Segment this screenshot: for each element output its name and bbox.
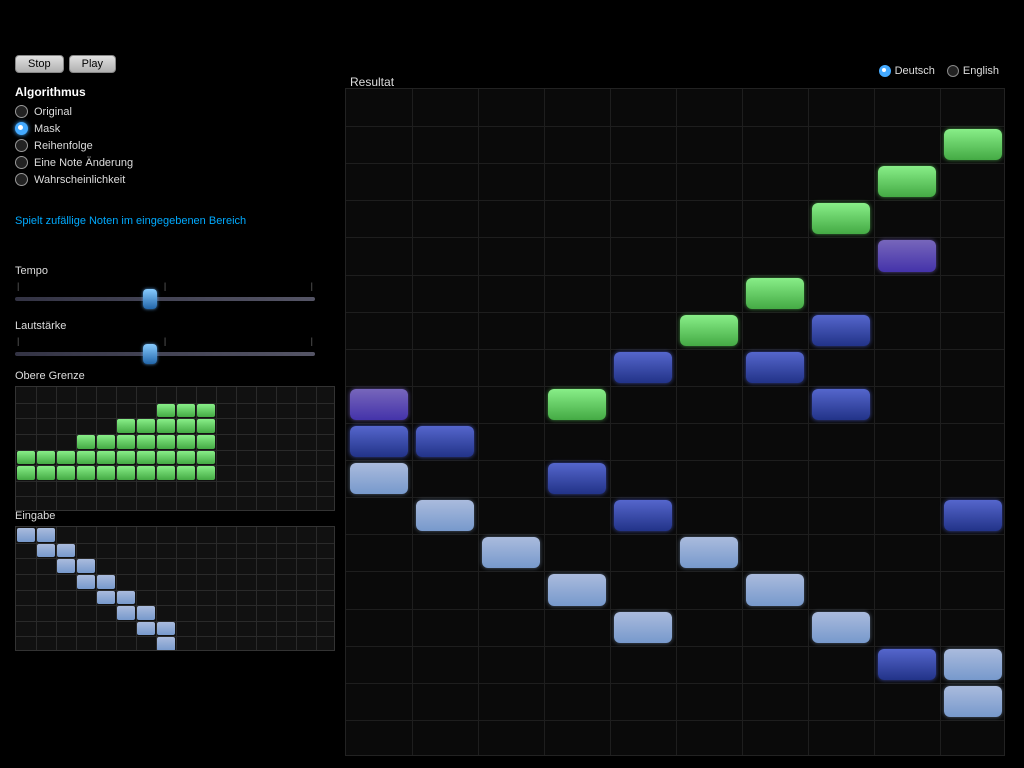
note-cell — [548, 389, 606, 420]
note-cell — [350, 389, 408, 420]
radio-circle-eine-note — [15, 156, 28, 169]
radio-label-wahrscheinlichkeit: Wahrscheinlichkeit — [34, 174, 125, 186]
grid-h-line — [346, 349, 1004, 350]
obere-grenze-label: Obere Grenze — [15, 370, 335, 382]
tempo-slider[interactable]: | | | — [15, 281, 315, 299]
grid-h-line — [346, 275, 1004, 276]
grid-h-line — [346, 534, 1004, 535]
note-cell — [350, 426, 408, 457]
lautstarke-label: Lautstärke — [15, 320, 330, 332]
algo-title: Algorithmus — [15, 85, 133, 99]
grid-v-line — [412, 89, 413, 755]
note-cell — [944, 686, 1002, 717]
note-cell — [416, 500, 474, 531]
radio-circle-original — [15, 105, 28, 118]
note-cell — [416, 426, 474, 457]
lang-label-english: English — [963, 65, 999, 77]
grid-v-line — [610, 89, 611, 755]
stop-button[interactable]: Stop — [15, 55, 64, 73]
radio-label-reihenfolge: Reihenfolge — [34, 140, 93, 152]
radio-circle-mask — [15, 122, 28, 135]
grid-h-line — [346, 571, 1004, 572]
lang-radio-english — [947, 65, 959, 77]
lautstarke-thumb[interactable] — [143, 344, 157, 364]
grid-h-line — [346, 237, 1004, 238]
grid-h-line — [346, 720, 1004, 721]
note-cell — [680, 315, 738, 346]
note-cell — [878, 240, 936, 271]
radio-label-mask: Mask — [34, 123, 60, 135]
radio-label-original: Original — [34, 106, 72, 118]
tempo-track — [15, 297, 315, 301]
grid-h-line — [346, 646, 1004, 647]
lang-deutsch[interactable]: Deutsch — [879, 65, 935, 77]
lang-label-deutsch: Deutsch — [895, 65, 935, 77]
lang-radio-deutsch — [879, 65, 891, 77]
radio-reihenfolge[interactable]: Reihenfolge — [15, 139, 133, 152]
note-cell — [812, 389, 870, 420]
grid-v-line — [676, 89, 677, 755]
note-cell — [746, 352, 804, 383]
note-cell — [944, 649, 1002, 680]
radio-circle-reihenfolge — [15, 139, 28, 152]
note-cell — [746, 278, 804, 309]
play-button[interactable]: Play — [69, 55, 116, 73]
note-cell — [878, 166, 936, 197]
tempo-label: Tempo — [15, 265, 330, 277]
grid-h-line — [346, 460, 1004, 461]
note-cell — [878, 649, 936, 680]
resultat-label: Resultat — [350, 75, 394, 89]
note-cell — [614, 612, 672, 643]
grid-h-line — [346, 609, 1004, 610]
language-selector: Deutsch English — [879, 65, 999, 77]
grid-h-line — [346, 423, 1004, 424]
main-grid — [345, 88, 1005, 756]
note-cell — [812, 612, 870, 643]
eingabe-grid[interactable] — [15, 526, 335, 651]
grid-h-line — [346, 126, 1004, 127]
grid-container — [346, 89, 1004, 755]
radio-wahrscheinlichkeit[interactable]: Wahrscheinlichkeit — [15, 173, 133, 186]
info-text: Spielt zufällige Noten im eingegebenen B… — [15, 215, 246, 227]
grid-v-line — [478, 89, 479, 755]
grid-v-line — [742, 89, 743, 755]
grid-v-line — [874, 89, 875, 755]
grid-h-line — [346, 312, 1004, 313]
grid-h-line — [346, 683, 1004, 684]
note-cell — [482, 537, 540, 568]
obere-grenze-grid[interactable] — [15, 386, 335, 511]
eingabe-label: Eingabe — [15, 510, 335, 522]
radio-eine-note[interactable]: Eine Note Änderung — [15, 156, 133, 169]
lautstarke-slider[interactable]: | | | — [15, 336, 315, 354]
note-cell — [746, 574, 804, 605]
radio-circle-wahrscheinlichkeit — [15, 173, 28, 186]
grid-h-line — [346, 497, 1004, 498]
grid-h-line — [346, 163, 1004, 164]
grid-h-line — [346, 200, 1004, 201]
radio-label-eine-note: Eine Note Änderung — [34, 157, 133, 169]
note-cell — [812, 203, 870, 234]
radio-original[interactable]: Original — [15, 105, 133, 118]
grid-v-line — [940, 89, 941, 755]
lang-english[interactable]: English — [947, 65, 999, 77]
note-cell — [614, 500, 672, 531]
note-cell — [548, 463, 606, 494]
grid-v-line — [808, 89, 809, 755]
radio-mask[interactable]: Mask — [15, 122, 133, 135]
note-cell — [812, 315, 870, 346]
note-cell — [944, 129, 1002, 160]
note-cell — [944, 500, 1002, 531]
note-cell — [614, 352, 672, 383]
note-cell — [350, 463, 408, 494]
tempo-thumb[interactable] — [143, 289, 157, 309]
note-cell — [548, 574, 606, 605]
grid-v-line — [544, 89, 545, 755]
note-cell — [680, 537, 738, 568]
lautstarke-track — [15, 352, 315, 356]
grid-h-line — [346, 386, 1004, 387]
